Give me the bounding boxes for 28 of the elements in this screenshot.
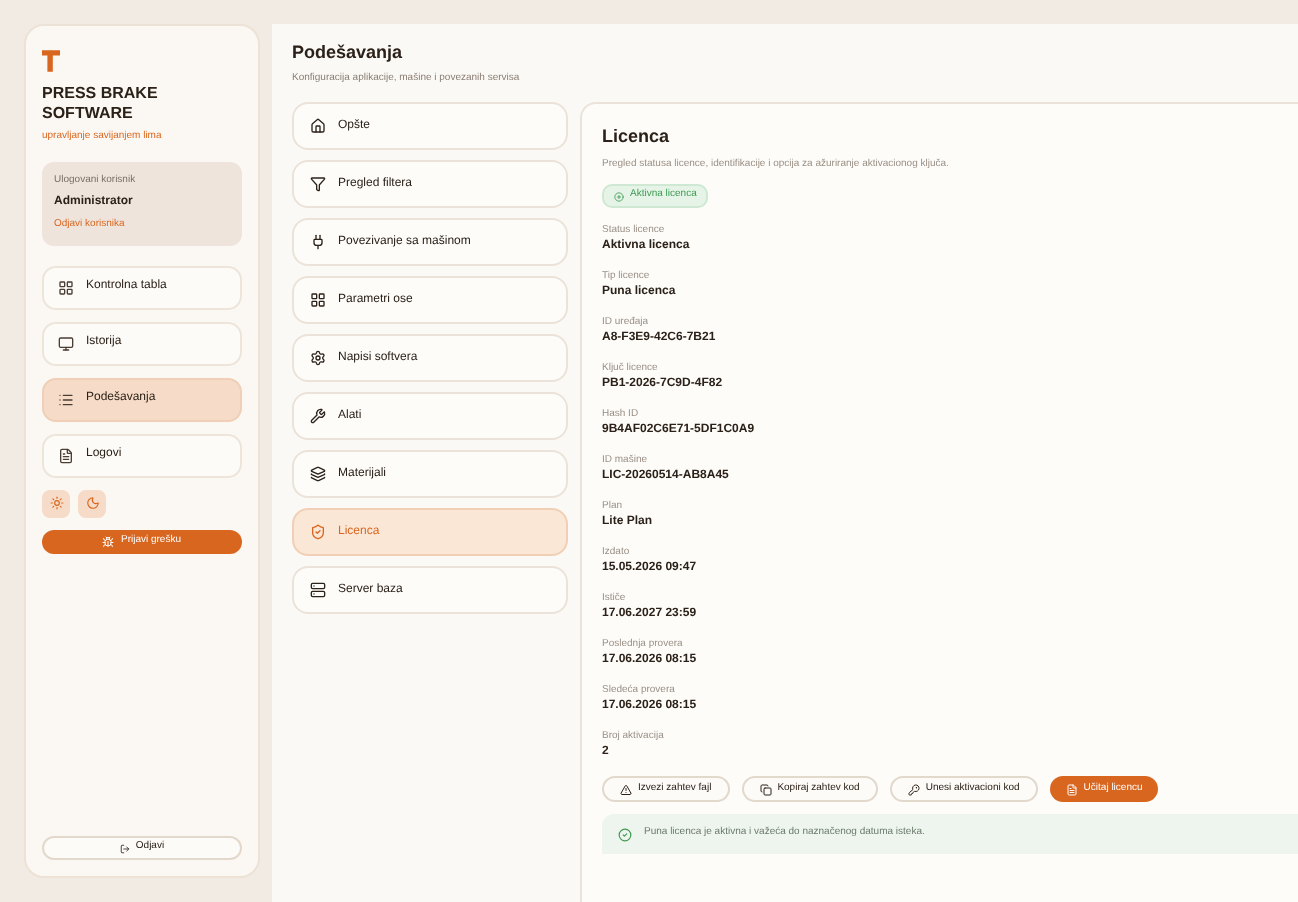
plug-icon: [310, 234, 326, 250]
settings-icon: [310, 350, 326, 366]
logo-icon: [42, 50, 60, 72]
grid-icon: [58, 279, 74, 295]
license-title: Licenca: [602, 124, 672, 150]
key-icon: [907, 783, 920, 795]
page-title: Podešavanja: [292, 40, 405, 66]
filter-icon: [310, 176, 326, 192]
copy-icon: [759, 783, 772, 795]
brand-title: PRESS BRAKE SOFTWARE: [42, 84, 160, 124]
dark-theme-button[interactable]: [78, 489, 106, 517]
light-theme-button[interactable]: [42, 489, 70, 517]
document-icon: [1065, 783, 1078, 795]
moon-icon: [85, 496, 99, 510]
warning-icon: [620, 783, 632, 795]
server-icon: [310, 582, 326, 598]
check-icon: [618, 827, 632, 841]
bug-icon: [102, 535, 115, 547]
document-icon: [58, 447, 74, 463]
grid-icon: [310, 292, 326, 308]
home-icon: [310, 118, 326, 134]
list-icon: [58, 391, 74, 407]
shield-icon: [310, 524, 326, 540]
monitor-icon: [58, 335, 74, 351]
wrench-icon: [310, 408, 326, 424]
layers-icon: [310, 466, 326, 482]
sun-icon: [49, 496, 63, 510]
logout-icon: [119, 843, 130, 853]
